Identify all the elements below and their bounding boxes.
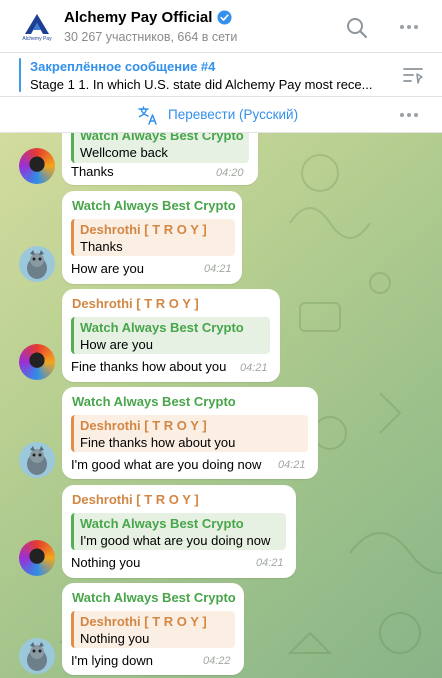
- translate-bar: Перевести (Русский): [0, 97, 442, 133]
- pinned-indicator: [19, 58, 21, 92]
- reply-text: Wellcome back: [80, 145, 168, 160]
- message-bubble[interactable]: Watch Always Best Crypto Wellcome back T…: [62, 133, 258, 185]
- reply-sender: Deshrothi [ T R O Y ]: [80, 614, 207, 629]
- chat-header: Alchemy Pay Alchemy Pay Official 30 267 …: [0, 0, 442, 53]
- message-sender[interactable]: Deshrothi [ T R O Y ]: [72, 492, 199, 507]
- message-bubble[interactable]: Watch Always Best Crypto Deshrothi [ T R…: [62, 387, 318, 479]
- message-text: Fine thanks how about you: [71, 359, 227, 374]
- pinned-message-bar[interactable]: Закреплённое сообщение #4 Stage 1 1. In …: [0, 53, 442, 97]
- avatar[interactable]: [19, 246, 55, 282]
- reply-quote[interactable]: Deshrothi [ T R O Y ] Thanks: [71, 219, 235, 256]
- reply-quote[interactable]: Deshrothi [ T R O Y ] Nothing you: [71, 611, 235, 648]
- reply-quote[interactable]: Watch Always Best Crypto Wellcome back: [71, 133, 249, 163]
- avatar[interactable]: [19, 638, 55, 674]
- reply-quote[interactable]: Deshrothi [ T R O Y ] Fine thanks how ab…: [71, 415, 308, 452]
- translate-more-button[interactable]: [400, 105, 420, 125]
- search-icon: [347, 18, 368, 39]
- message-sender[interactable]: Deshrothi [ T R O Y ]: [72, 296, 199, 311]
- chat-title-wrap[interactable]: Alchemy Pay Official: [64, 9, 232, 26]
- message-text: Nothing you: [71, 555, 141, 570]
- reply-sender: Deshrothi [ T R O Y ]: [80, 222, 207, 237]
- message-time: 04:21: [256, 557, 284, 569]
- reply-text: How are you: [80, 337, 153, 352]
- message-text: I'm good what are you doing now: [71, 457, 262, 472]
- reply-sender: Watch Always Best Crypto: [80, 320, 244, 335]
- reply-text: Fine thanks how about you: [80, 435, 236, 450]
- alchemy-pay-logo-icon: [25, 13, 49, 34]
- reply-sender: Deshrothi [ T R O Y ]: [80, 418, 207, 433]
- reply-quote[interactable]: Watch Always Best Crypto How are you: [71, 317, 270, 354]
- pinned-list-button[interactable]: [402, 64, 424, 86]
- pinned-text: Stage 1 1. In which U.S. state did Alche…: [30, 77, 373, 92]
- avatar[interactable]: [19, 148, 55, 184]
- translate-icon: [138, 106, 157, 125]
- channel-avatar[interactable]: Alchemy Pay: [17, 7, 57, 47]
- chat-messages[interactable]: Watch Always Best Crypto Wellcome back T…: [0, 133, 442, 678]
- reply-quote[interactable]: Watch Always Best Crypto I'm good what a…: [71, 513, 286, 550]
- message-bubble[interactable]: Deshrothi [ T R O Y ] Watch Always Best …: [62, 289, 280, 382]
- message-sender[interactable]: Watch Always Best Crypto: [72, 394, 236, 409]
- message-bubble[interactable]: Deshrothi [ T R O Y ] Watch Always Best …: [62, 485, 296, 578]
- more-button[interactable]: [400, 17, 420, 37]
- chat-subtitle: 30 267 участников, 664 в сети: [64, 30, 238, 44]
- message-time: 04:21: [240, 362, 268, 374]
- logo-caption: Alchemy Pay: [22, 35, 52, 42]
- message-time: 04:21: [278, 459, 306, 471]
- more-icon: [400, 105, 420, 125]
- watch-avatar-icon: [27, 250, 47, 279]
- reply-sender: Watch Always Best Crypto: [80, 133, 244, 143]
- pinned-title: Закреплённое сообщение #4: [30, 59, 216, 74]
- reply-sender: Watch Always Best Crypto: [80, 516, 244, 531]
- message-time: 04:20: [216, 167, 244, 179]
- reply-text: Nothing you: [80, 631, 150, 646]
- message-bubble[interactable]: Watch Always Best Crypto Deshrothi [ T R…: [62, 583, 244, 675]
- message-text: Thanks: [71, 164, 114, 179]
- message-text: How are you: [71, 261, 144, 276]
- pinned-list-icon: [403, 68, 423, 84]
- watch-avatar-icon: [27, 642, 47, 671]
- message-sender[interactable]: Watch Always Best Crypto: [72, 590, 236, 605]
- avatar[interactable]: [19, 344, 55, 380]
- watch-avatar-icon: [27, 446, 47, 475]
- chat-title: Alchemy Pay Official: [64, 9, 213, 26]
- message-time: 04:22: [203, 655, 231, 667]
- verified-badge-icon: [217, 10, 232, 25]
- message-text: I'm lying down: [71, 653, 153, 668]
- message-bubble[interactable]: Watch Always Best Crypto Deshrothi [ T R…: [62, 191, 242, 284]
- more-icon: [400, 17, 420, 37]
- search-button[interactable]: [345, 16, 369, 40]
- translate-button-icon-wrap[interactable]: [137, 104, 159, 126]
- reply-text: Thanks: [80, 239, 123, 254]
- avatar[interactable]: [19, 442, 55, 478]
- avatar[interactable]: [19, 540, 55, 576]
- message-sender[interactable]: Watch Always Best Crypto: [72, 198, 236, 213]
- message-time: 04:21: [204, 263, 232, 275]
- reply-text: I'm good what are you doing now: [80, 533, 271, 548]
- translate-button[interactable]: Перевести (Русский): [168, 107, 298, 122]
